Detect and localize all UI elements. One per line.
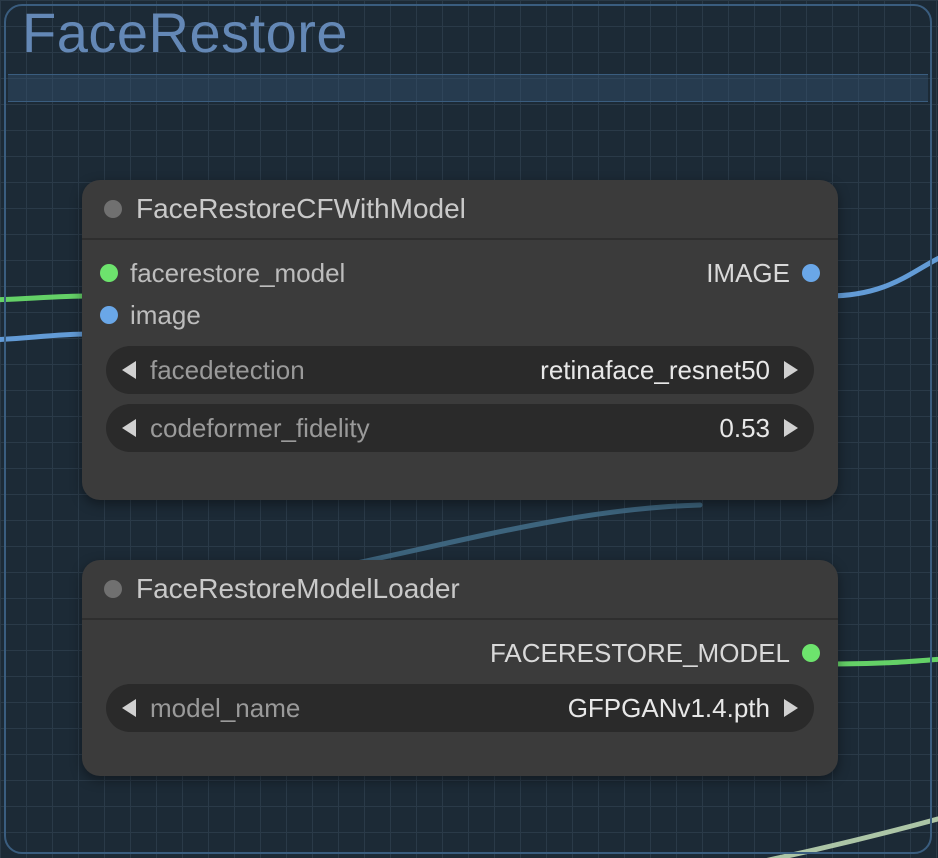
node-title: FaceRestoreModelLoader (136, 573, 460, 605)
chevron-left-icon[interactable] (122, 361, 136, 379)
node-header[interactable]: FaceRestoreCFWithModel (82, 180, 838, 240)
group-title: FaceRestore (22, 0, 348, 65)
widget-name: model_name (150, 693, 300, 724)
node-graph-canvas[interactable]: FaceRestore FaceRestoreCFWithModel facer… (0, 0, 938, 858)
widget-codeformer-fidelity[interactable]: codeformer_fidelity 0.53 (106, 404, 814, 452)
input-port-facerestore-model[interactable] (100, 264, 118, 282)
chevron-right-icon[interactable] (784, 419, 798, 437)
node-facerestore-cf-with-model[interactable]: FaceRestoreCFWithModel facerestore_model… (82, 180, 838, 500)
widget-value: GFPGANv1.4.pth (568, 693, 770, 724)
node-body: FACERESTORE_MODEL model_name GFPGANv1.4.… (82, 620, 838, 750)
widget-model-name[interactable]: model_name GFPGANv1.4.pth (106, 684, 814, 732)
collapse-toggle-icon[interactable] (104, 580, 122, 598)
input-port-image[interactable] (100, 306, 118, 324)
chevron-left-icon[interactable] (122, 419, 136, 437)
node-body: facerestore_model IMAGE image facedetect… (82, 240, 838, 470)
chevron-right-icon[interactable] (784, 361, 798, 379)
output-port-facerestore-model[interactable] (802, 644, 820, 662)
widget-facedetection[interactable]: facedetection retinaface_resnet50 (106, 346, 814, 394)
output-port-image[interactable] (802, 264, 820, 282)
widget-value: retinaface_resnet50 (540, 355, 770, 386)
node-facerestore-model-loader[interactable]: FaceRestoreModelLoader FACERESTORE_MODEL… (82, 560, 838, 776)
node-title: FaceRestoreCFWithModel (136, 193, 466, 225)
widget-value: 0.53 (719, 413, 770, 444)
chevron-left-icon[interactable] (122, 699, 136, 717)
input-label: facerestore_model (130, 258, 345, 289)
group-titlebar[interactable] (8, 74, 928, 102)
node-header[interactable]: FaceRestoreModelLoader (82, 560, 838, 620)
chevron-right-icon[interactable] (784, 699, 798, 717)
input-label: image (130, 300, 201, 331)
widget-name: codeformer_fidelity (150, 413, 370, 444)
output-label: FACERESTORE_MODEL (490, 638, 790, 669)
collapse-toggle-icon[interactable] (104, 200, 122, 218)
widget-name: facedetection (150, 355, 305, 386)
output-label: IMAGE (706, 258, 790, 289)
